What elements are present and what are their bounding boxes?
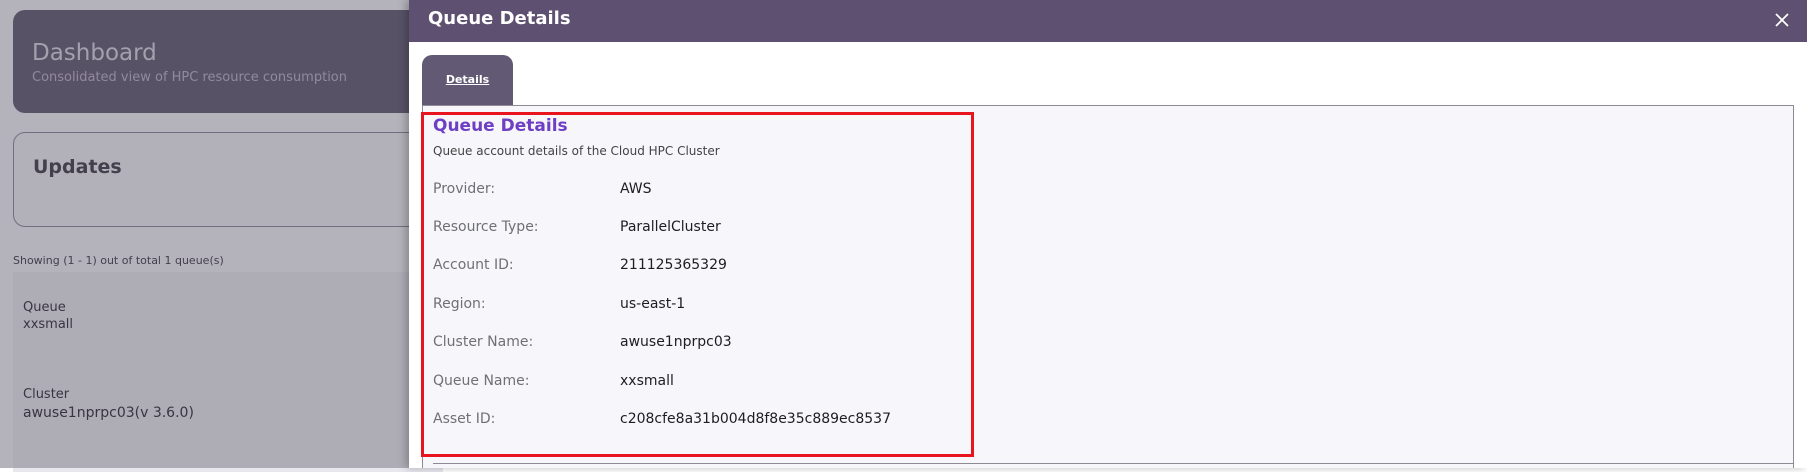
panel-divider (433, 463, 1793, 464)
resource-type-label: Resource Type: (433, 219, 539, 235)
section-title: Queue Details (433, 116, 568, 136)
tab-details-label: Details (445, 73, 490, 86)
highlight-box (421, 112, 974, 457)
tab-details[interactable]: Details (422, 55, 513, 105)
drawer-header: Queue Details (409, 0, 1807, 42)
overlay-backdrop[interactable] (0, 0, 409, 468)
region-label: Region: (433, 296, 486, 312)
provider-value: AWS (620, 181, 652, 197)
drawer-title: Queue Details (428, 8, 571, 29)
cluster-name-value: awuse1nprpc03 (620, 334, 732, 350)
queue-name-value: xxsmall (620, 373, 674, 389)
account-id-value: 211125365329 (620, 257, 727, 273)
close-button[interactable] (1769, 7, 1795, 33)
close-icon (1775, 13, 1789, 27)
region-value: us-east-1 (620, 296, 686, 312)
resource-type-value: ParallelCluster (620, 219, 721, 235)
account-id-label: Account ID: (433, 257, 514, 273)
asset-id-value: c208cfe8a31b004d8f8e35c889ec8537 (620, 411, 891, 427)
queue-details-drawer: Queue Details Details Queue Details Queu… (409, 0, 1807, 468)
cluster-name-label: Cluster Name: (433, 334, 534, 350)
queue-name-label: Queue Name: (433, 373, 530, 389)
section-subtitle: Queue account details of the Cloud HPC C… (433, 144, 720, 158)
asset-id-label: Asset ID: (433, 411, 496, 427)
provider-label: Provider: (433, 181, 496, 197)
